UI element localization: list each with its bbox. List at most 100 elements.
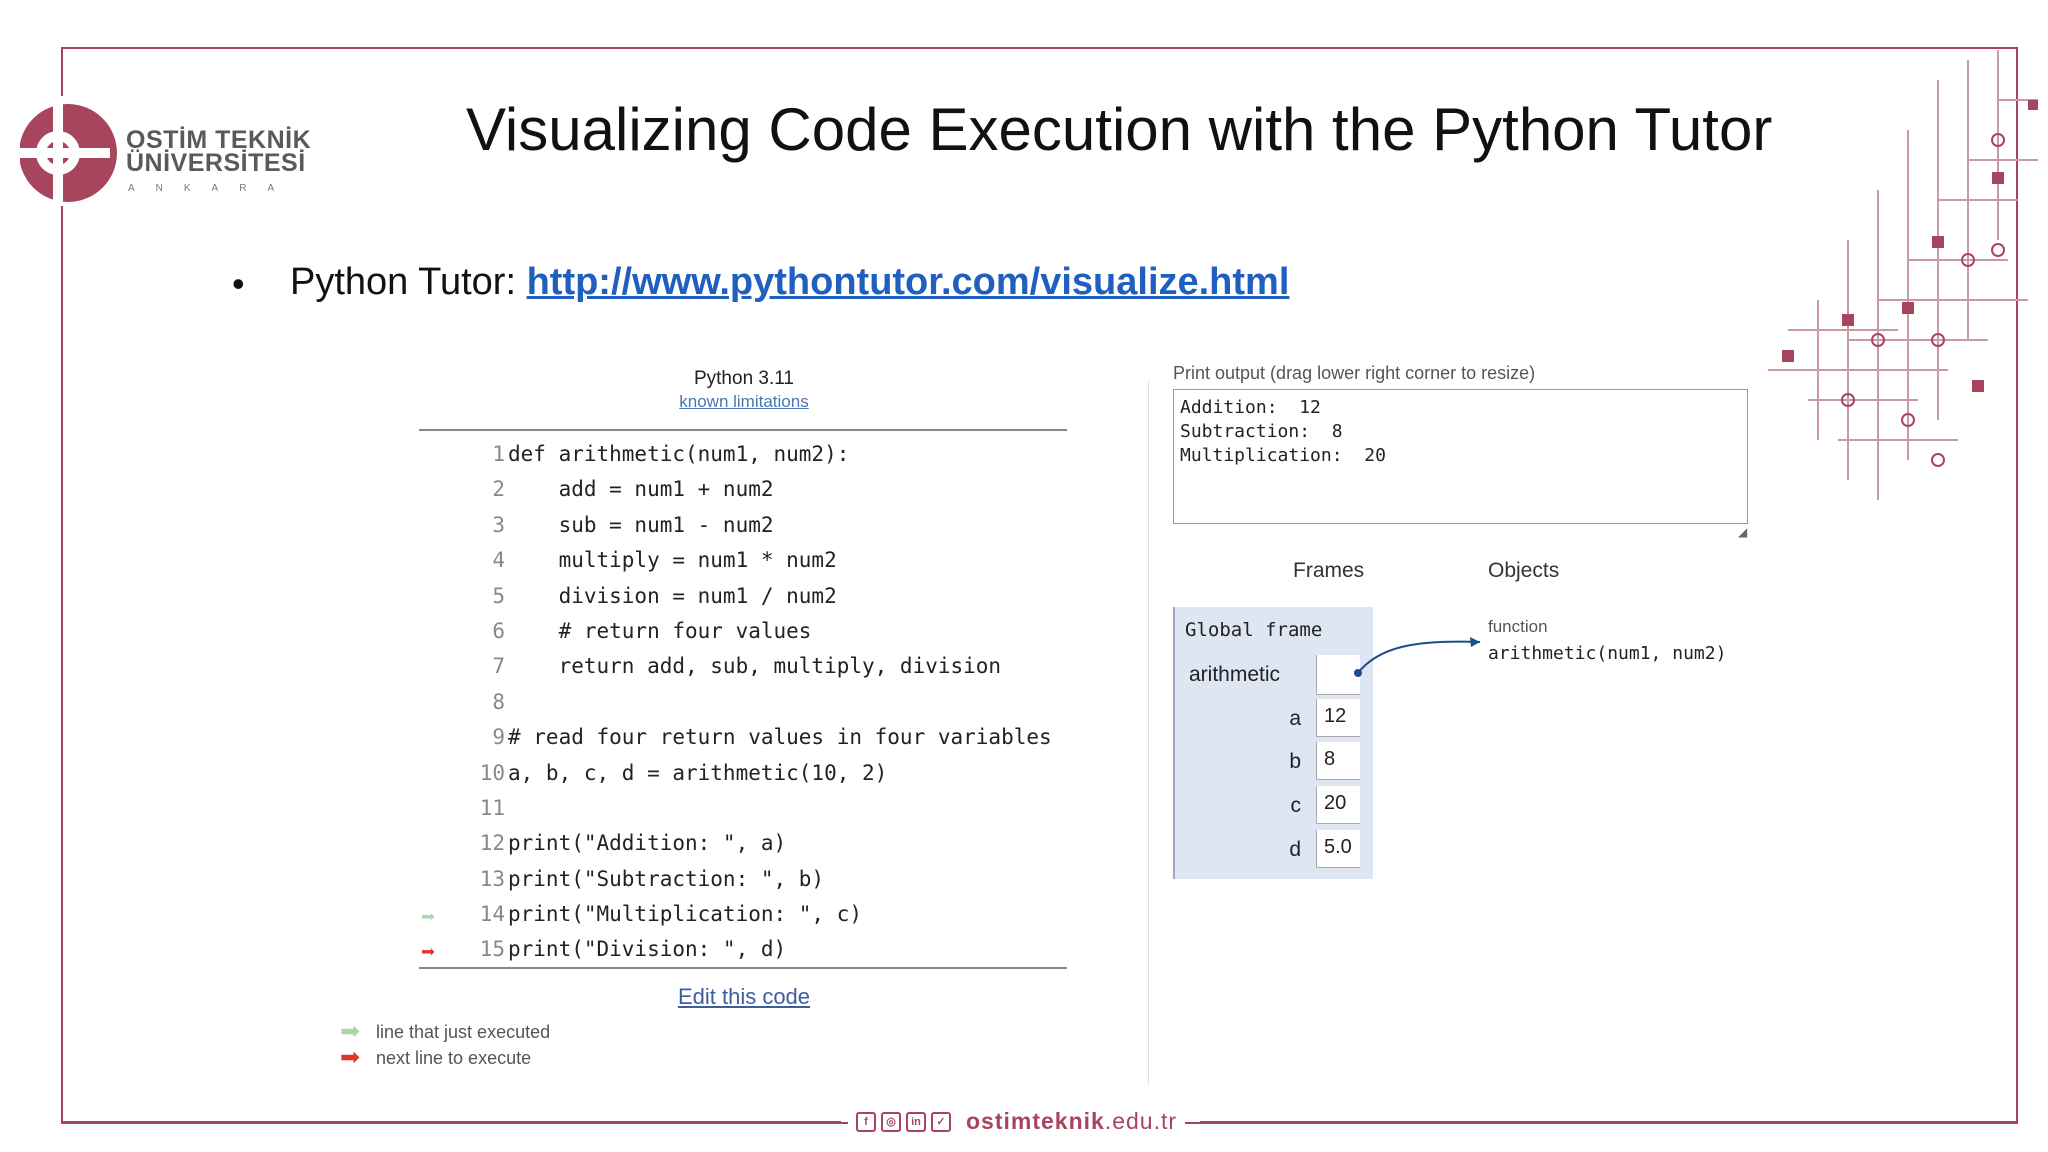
code-line-executed: ➡ 14 print("Multiplication: ", c): [419, 898, 1067, 933]
line-number: 15: [479, 937, 505, 962]
code-line: 9 # read four return values in four varia…: [419, 721, 1067, 756]
code-line: 3 sub = num1 - num2: [419, 509, 1067, 544]
footer-rule-right: [1200, 1121, 2018, 1123]
footer-site-name: ostimteknik: [966, 1108, 1105, 1134]
function-object-signature: arithmetic(num1, num2): [1488, 643, 1727, 664]
line-number: 6: [492, 618, 505, 643]
code-line-next: ➡ 15 print("Division: ", d): [419, 933, 1067, 968]
line-number: 8: [492, 689, 505, 714]
variable-name: arithmetic: [1189, 663, 1281, 686]
footer-site-domain: .edu.tr: [1104, 1108, 1178, 1134]
code-line: 2 add = num1 + num2: [419, 473, 1067, 508]
python-version: Python 3.11: [693, 368, 794, 389]
variable-name: b: [1289, 750, 1301, 773]
variable-name: d: [1289, 838, 1301, 861]
bullet-marker: •: [232, 263, 245, 304]
code-line: 8: [419, 686, 1067, 721]
frame-variable: c 20: [1175, 786, 1375, 826]
legend-next: ➡ next line to execute: [340, 1044, 550, 1074]
frames-header: Frames: [1293, 559, 1365, 582]
code-line: 7 return add, sub, multiply, division: [419, 650, 1067, 685]
line-code: add = num1 + num2: [508, 477, 774, 502]
line-code: # return four values: [508, 618, 812, 643]
facebook-icon[interactable]: f: [856, 1111, 876, 1132]
line-code: print("Division: ", d): [508, 937, 787, 962]
footer-website[interactable]: ostimteknik.edu.tr: [966, 1108, 1177, 1135]
function-object-label: function: [1488, 617, 1548, 636]
bullet-item: Python Tutor: http://www.pythontutor.com…: [290, 261, 1289, 304]
code-line: 4 multiply = num1 * num2: [419, 544, 1067, 579]
line-number: 13: [479, 866, 505, 891]
line-number: 4: [492, 548, 505, 573]
line-code: print("Multiplication: ", c): [508, 902, 863, 927]
reference-arrow: [1354, 637, 1481, 677]
variable-name: a: [1289, 707, 1301, 730]
bullet-prefix: Python Tutor:: [290, 261, 527, 303]
variable-value: 12: [1316, 699, 1360, 737]
global-frame-title: Global frame: [1185, 619, 1323, 641]
line-number: 2: [492, 477, 505, 502]
linkedin-icon[interactable]: in: [906, 1111, 926, 1132]
variable-value: 8: [1316, 742, 1360, 780]
frame-variable: b 8: [1175, 742, 1375, 782]
known-limitations-link[interactable]: known limitations: [420, 392, 1068, 412]
variable-value: 20: [1316, 786, 1360, 824]
page-title: Visualizing Code Execution with the Pyth…: [466, 96, 1773, 163]
code-line: 13 print("Subtraction: ", b): [419, 863, 1067, 898]
line-code: def arithmetic(num1, num2):: [508, 442, 850, 466]
code-line: 12 print("Addition: ", a): [419, 827, 1067, 862]
logo-city: ANKARA: [128, 183, 296, 194]
line-number: 12: [479, 831, 505, 856]
executed-line-arrow-icon: ➡: [421, 903, 436, 932]
line-code: division = num1 / num2: [508, 583, 837, 608]
footer: f ◎ in ✓ ostimteknik.edu.tr: [848, 1108, 1186, 1135]
circuit-decoration: [1768, 50, 2038, 500]
legend-executed-label: line that just executed: [376, 1022, 551, 1042]
line-code: # read four return values in four variab…: [508, 725, 1052, 750]
variable-name: c: [1290, 794, 1302, 817]
edit-code-link[interactable]: Edit this code: [620, 984, 868, 1010]
code-line: 11: [419, 792, 1067, 827]
code-bottom-divider: [419, 967, 1067, 969]
code-line: 1 def arithmetic(num1, num2):: [419, 438, 1067, 473]
line-number: 7: [492, 654, 505, 679]
instagram-icon[interactable]: ◎: [881, 1111, 901, 1132]
code-top-divider: [419, 429, 1067, 431]
print-output-box[interactable]: Addition: 12 Subtraction: 8 Multiplicati…: [1173, 389, 1748, 524]
line-code: print("Subtraction: ", b): [508, 866, 825, 891]
line-code: return add, sub, multiply, division: [508, 654, 1002, 679]
line-number: 1: [492, 442, 505, 466]
line-code: print("Addition: ", a): [508, 831, 787, 856]
arrow-legend: ➡ line that just executed ➡ next line to e…: [340, 1018, 551, 1074]
line-number: 11: [479, 795, 505, 820]
footer-rule-left: [61, 1121, 841, 1123]
resize-handle-icon[interactable]: ◢: [1738, 525, 1747, 539]
twitter-icon[interactable]: ✓: [931, 1111, 951, 1132]
logo-line2: ÜNİVERSİTESİ: [126, 149, 306, 177]
line-code: multiply = num1 * num2: [508, 548, 837, 573]
print-output-label: Print output (drag lower right corner to…: [1173, 363, 1536, 383]
red-arrow-icon: ➡: [340, 1044, 361, 1071]
green-arrow-icon: ➡: [340, 1018, 361, 1045]
logo-emblem-icon: [19, 104, 117, 202]
code-listing: 1 def arithmetic(num1, num2): 2 add = num…: [419, 438, 1067, 969]
variable-value: 5.0: [1316, 830, 1360, 868]
legend-executed: ➡ line that just executed: [340, 1018, 551, 1048]
next-line-arrow-icon: ➡: [421, 938, 436, 967]
code-line: 6 # return four values: [419, 615, 1067, 650]
line-number: 10: [479, 760, 505, 785]
line-number: 9: [492, 725, 505, 750]
code-line: 10 a, b, c, d = arithmetic(10, 2): [419, 757, 1067, 792]
frame-variable: d 5.0: [1175, 830, 1375, 870]
line-code: sub = num1 - num2: [508, 512, 774, 537]
legend-next-label: next line to execute: [376, 1048, 532, 1068]
university-logo: OSTİM TEKNİK ÜNİVERSİTESİ ANKARA: [19, 96, 320, 206]
line-number: 14: [479, 902, 505, 927]
logo-wordmark: OSTİM TEKNİK ÜNİVERSİTESİ: [126, 128, 311, 177]
line-number: 3: [492, 512, 505, 537]
pythontutor-link[interactable]: http://www.pythontutor.com/visualize.htm…: [527, 261, 1290, 303]
code-line: 5 division = num1 / num2: [419, 580, 1067, 615]
objects-header: Objects: [1488, 559, 1560, 582]
frame-variable: a 12: [1175, 699, 1375, 739]
python-version-header: Python 3.11 known limitations: [420, 368, 1068, 412]
